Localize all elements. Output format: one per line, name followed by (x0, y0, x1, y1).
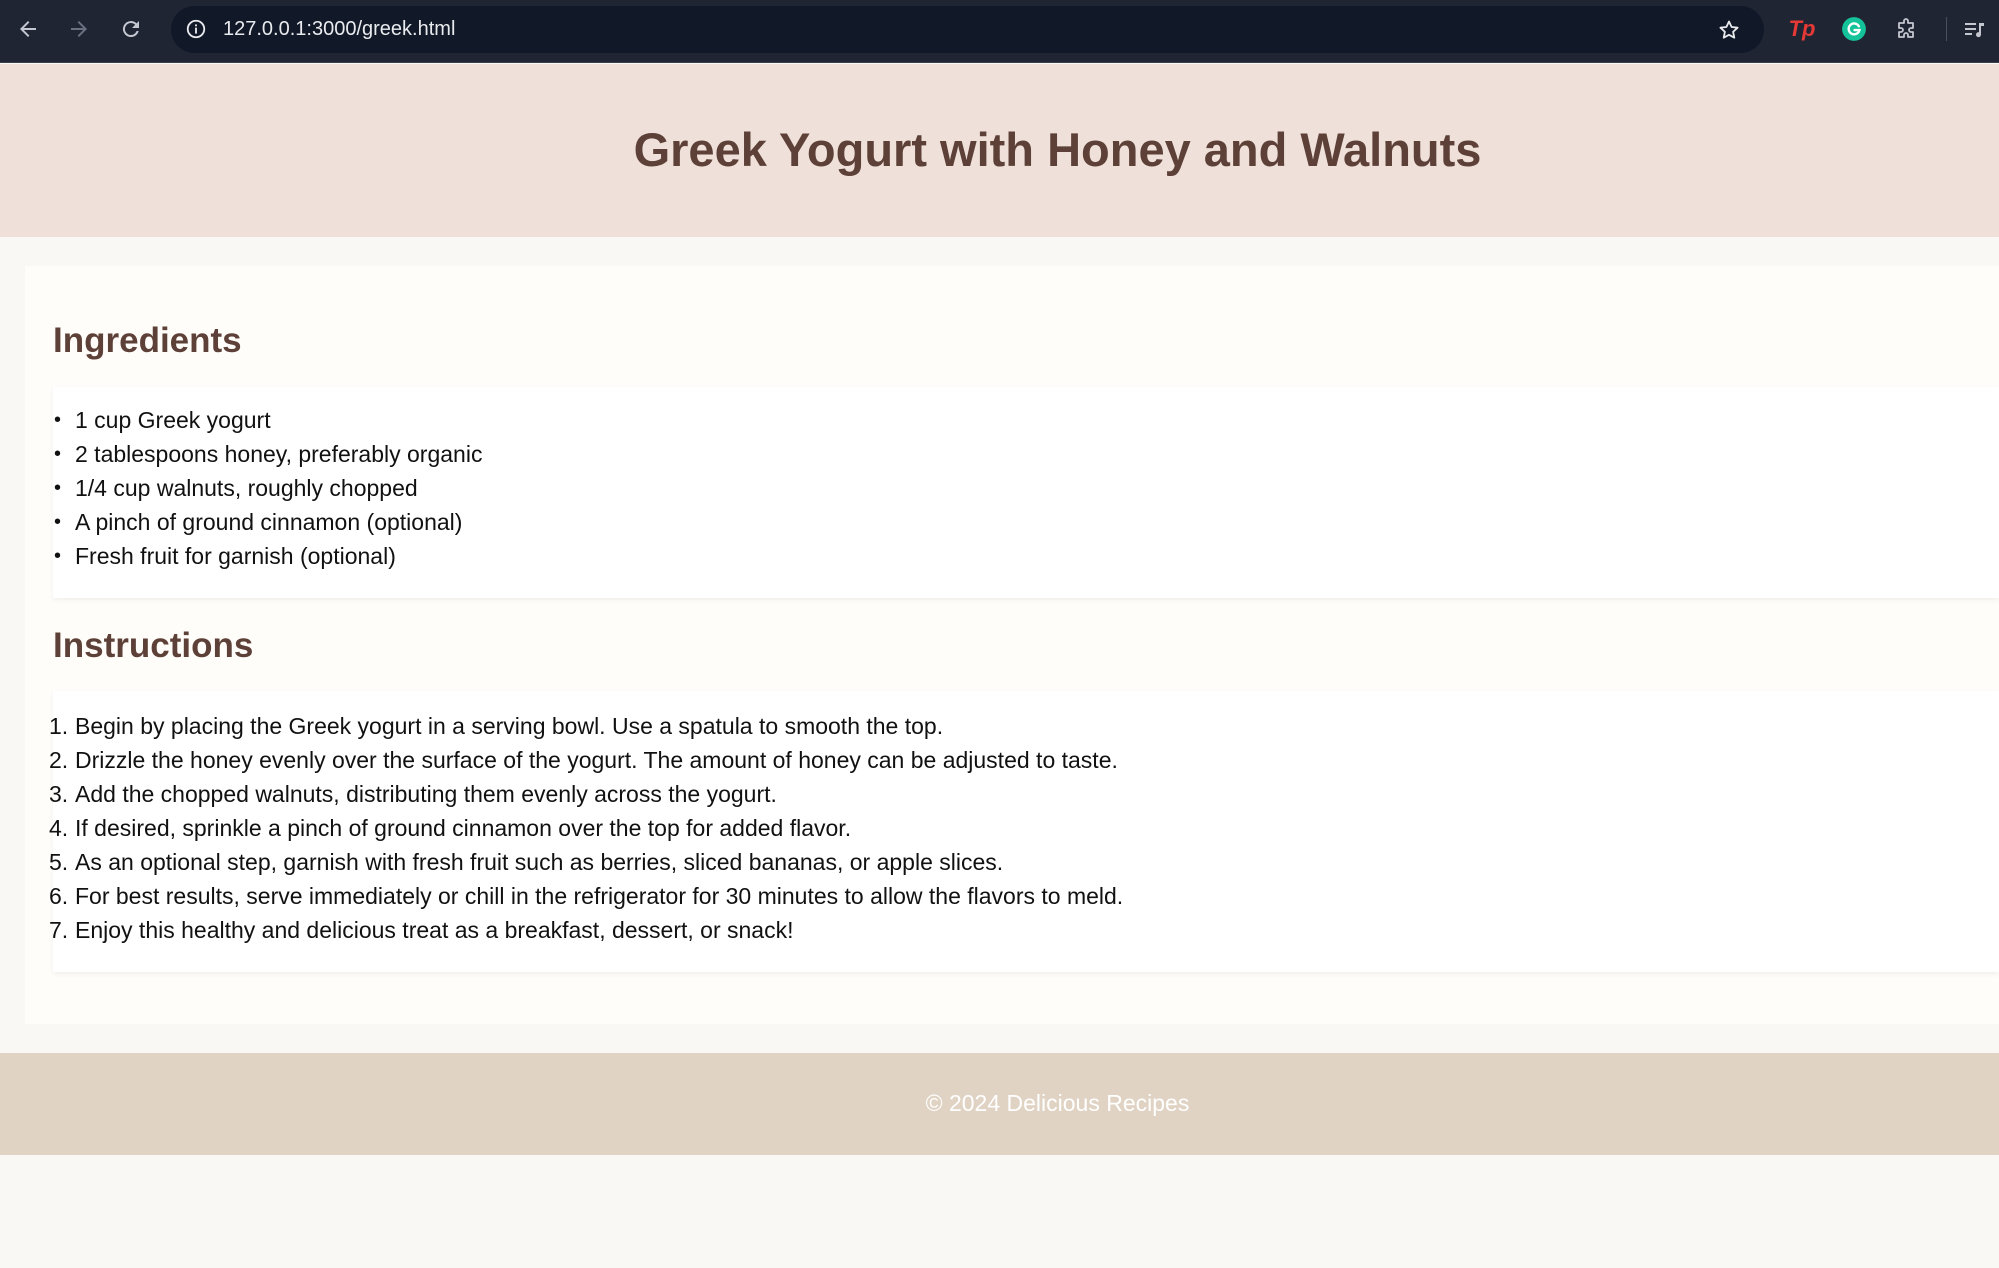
star-icon (1719, 20, 1739, 39)
ingredients-list: 1 cup Greek yogurt2 tablespoons honey, p… (54, 403, 482, 573)
ingredient-item: 1 cup Greek yogurt (54, 403, 482, 437)
step-text: As an optional step, garnish with fresh … (75, 849, 1004, 875)
browser-toolbar: 127.0.0.1:3000/greek.html Tp (0, 0, 1999, 63)
instruction-step: 6. For best results, serve immediately or… (49, 879, 1124, 913)
info-icon (186, 19, 206, 39)
ingredients-card: 1 cup Greek yogurt2 tablespoons honey, p… (53, 387, 1999, 598)
ingredient-item: 1/4 cup walnuts, roughly chopped (54, 471, 482, 505)
toolbar-divider (1946, 17, 1947, 41)
step-text: Begin by placing the Greek yogurt in a s… (75, 713, 944, 739)
arrow-right-icon (71, 21, 87, 37)
instruction-step: 5. As an optional step, garnish with fres… (49, 845, 1123, 879)
step-text: Enjoy this healthy and delicious treat a… (75, 917, 794, 943)
instruction-step: 3. Add the chopped walnuts, distributing … (49, 777, 1123, 811)
arrow-left-icon (20, 21, 36, 37)
step-number: 6. (49, 883, 69, 909)
step-number: 5. (49, 849, 69, 875)
step-number: 3. (49, 781, 69, 807)
back-button[interactable] (12, 13, 44, 45)
instruction-step: 7. Enjoy this healthy and delicious treat… (49, 913, 1123, 947)
recipe-content: Ingredients 1 cup Greek yogurt2 tablespo… (25, 266, 1999, 1024)
copyright-text: © 2024 Delicious Recipes (925, 1090, 1190, 1116)
ingredients-heading: Ingredients (53, 321, 242, 360)
step-number: 1. (49, 713, 69, 739)
tp-extension-label: Tp (1788, 16, 1816, 41)
step-number: 2. (49, 747, 69, 773)
extensions-button[interactable] (1890, 13, 1922, 45)
page-footer: © 2024 Delicious Recipes (0, 1053, 1999, 1155)
page-title: Greek Yogurt with Honey and Walnuts (633, 123, 1482, 176)
ingredient-item: A pinch of ground cinnamon (optional) (54, 505, 482, 539)
instruction-step: 4. If desired, sprinkle a pinch of ground… (49, 811, 1123, 845)
media-controls-button[interactable] (1958, 13, 1990, 45)
step-text: If desired, sprinkle a pinch of ground c… (75, 815, 852, 841)
reload-icon (122, 21, 139, 38)
site-info-button[interactable] (181, 14, 211, 44)
step-text: Drizzle the honey evenly over the surfac… (75, 747, 1118, 773)
bookmark-button[interactable] (1714, 15, 1744, 45)
tp-extension-icon[interactable]: Tp (1786, 13, 1818, 45)
puzzle-icon (1898, 18, 1914, 38)
step-number: 7. (49, 917, 69, 943)
step-number: 4. (49, 815, 69, 841)
grammarly-icon (1842, 17, 1866, 41)
instructions-list: 1. Begin by placing the Greek yogurt in a… (49, 709, 1124, 947)
url-text[interactable]: 127.0.0.1:3000/greek.html (223, 6, 455, 53)
page-header: Greek Yogurt with Honey and Walnuts (0, 64, 1999, 237)
address-bar[interactable]: 127.0.0.1:3000/greek.html (171, 6, 1764, 53)
ingredient-item: Fresh fruit for garnish (optional) (54, 539, 482, 573)
instruction-step: 1. Begin by placing the Greek yogurt in a… (49, 709, 1123, 743)
instructions-heading: Instructions (53, 626, 254, 665)
reload-button[interactable] (115, 13, 147, 45)
instructions-card: 1. Begin by placing the Greek yogurt in a… (49, 691, 1999, 972)
step-text: Add the chopped walnuts, distributing th… (75, 781, 777, 807)
step-text: For best results, serve immediately or c… (75, 883, 1124, 909)
instruction-step: 2. Drizzle the honey evenly over the surf… (49, 743, 1123, 777)
grammarly-extension-button[interactable] (1838, 13, 1870, 45)
forward-button[interactable] (63, 13, 95, 45)
media-queue-icon (1965, 23, 1984, 38)
ingredient-item: 2 tablespoons honey, preferably organic (54, 437, 482, 471)
